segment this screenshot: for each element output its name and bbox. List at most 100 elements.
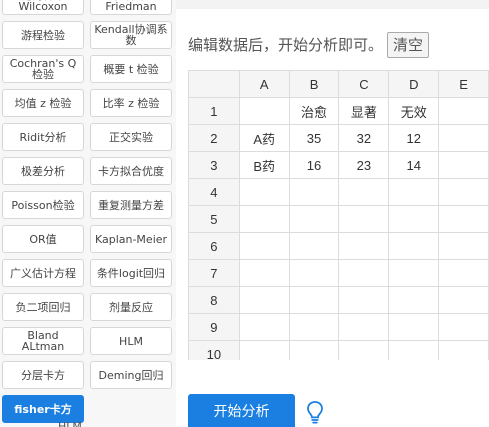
- method-button[interactable]: Bland ALtman: [2, 327, 84, 355]
- method-button[interactable]: Kendall协调系数: [90, 21, 172, 49]
- sheet-cell[interactable]: 显著: [338, 97, 390, 125]
- sheet-cell[interactable]: 12: [388, 124, 440, 152]
- sheet-cell[interactable]: [238, 205, 290, 233]
- row-number[interactable]: 7: [188, 259, 240, 287]
- method-button[interactable]: 分层卡方: [2, 361, 84, 389]
- sheet-cell[interactable]: [238, 178, 290, 206]
- method-button[interactable]: HLM: [90, 327, 172, 355]
- sheet-cell[interactable]: 治愈: [288, 97, 340, 125]
- sheet-cell[interactable]: [288, 232, 340, 260]
- row-number[interactable]: 1: [188, 97, 240, 125]
- method-button[interactable]: OR值: [2, 225, 84, 253]
- sheet-body: 1 治愈 显著 无效 2 A药 35 32 12 3 B药 16 23 14 4 5 6 7 8 9 10: [188, 97, 489, 368]
- sheet-row: 3 B药 16 23 14: [188, 151, 489, 179]
- sheet-cell[interactable]: [388, 178, 440, 206]
- editor-panel: 编辑数据后，开始分析即可。 清空 A B C D E 1 治愈 显著 无效 2 A药 35 3…: [176, 0, 489, 427]
- sheet-cell[interactable]: [388, 286, 440, 314]
- method-button[interactable]: Poisson检验: [2, 191, 84, 219]
- sheet-cell[interactable]: [238, 313, 290, 341]
- sheet-cell[interactable]: [438, 286, 489, 314]
- sheet-cell[interactable]: [338, 286, 390, 314]
- sheet-cell[interactable]: [438, 313, 489, 341]
- method-button[interactable]: 卡方拟合优度: [90, 157, 172, 185]
- row-number[interactable]: 6: [188, 232, 240, 260]
- method-button[interactable]: 多样本 Friedman: [90, 0, 172, 15]
- column-header[interactable]: C: [338, 70, 390, 98]
- sheet-cell[interactable]: [238, 232, 290, 260]
- sheet-cell[interactable]: [288, 313, 340, 341]
- row-number[interactable]: 8: [188, 286, 240, 314]
- sheet-cell[interactable]: A药: [238, 124, 290, 152]
- method-button[interactable]: 广义估计方程: [2, 259, 84, 287]
- sheet-cell[interactable]: [438, 205, 489, 233]
- sheet-cell[interactable]: 35: [288, 124, 340, 152]
- sheet-row: 9: [188, 313, 489, 341]
- method-button[interactable]: 概要 t 检验: [90, 55, 172, 83]
- sheet-row: 8: [188, 286, 489, 314]
- sheet-cell[interactable]: [388, 259, 440, 287]
- sheet-cell[interactable]: [438, 124, 489, 152]
- data-sheet: A B C D E 1 治愈 显著 无效 2 A药 35 32 12 3 B药 16 23 14 4 5 6 7 8…: [188, 70, 489, 368]
- column-header[interactable]: D: [388, 70, 440, 98]
- sheet-cell[interactable]: 23: [338, 151, 390, 179]
- column-header[interactable]: A: [238, 70, 290, 98]
- sheet-cell[interactable]: 14: [388, 151, 440, 179]
- method-button[interactable]: 重复测量方差: [90, 191, 172, 219]
- method-button[interactable]: 条件logit回归: [90, 259, 172, 287]
- sheet-cell[interactable]: [438, 97, 489, 125]
- method-button[interactable]: Cochran's Q 检验: [2, 55, 84, 83]
- sheet-cell[interactable]: [388, 205, 440, 233]
- method-panel: 配对样本 Wilcoxon 多样本 Friedman 游程检验Kendall协调系数…: [0, 0, 176, 427]
- method-button[interactable]: 比率 z 检验: [90, 89, 172, 117]
- sheet-row: 1 治愈 显著 无效: [188, 97, 489, 125]
- sheet-cell[interactable]: [438, 178, 489, 206]
- method-button[interactable]: 剂量反应: [90, 293, 172, 321]
- sheet-cell[interactable]: [238, 97, 290, 125]
- sheet-cell[interactable]: [388, 232, 440, 260]
- sheet-cell[interactable]: 32: [338, 124, 390, 152]
- row-number[interactable]: 3: [188, 151, 240, 179]
- sheet-cell[interactable]: [238, 286, 290, 314]
- method-button-hlm-partial[interactable]: HLM: [58, 421, 82, 427]
- method-button[interactable]: 极差分析: [2, 157, 84, 185]
- clear-button[interactable]: 清空: [387, 31, 430, 58]
- method-button[interactable]: fisher卡方: [2, 395, 84, 423]
- sheet-cell[interactable]: [338, 232, 390, 260]
- sheet-cell[interactable]: [438, 151, 489, 179]
- sheet-row: 2 A药 35 32 12: [188, 124, 489, 152]
- method-button[interactable]: 配对样本 Wilcoxon: [2, 0, 84, 15]
- sheet-cell[interactable]: [288, 178, 340, 206]
- method-button[interactable]: Deming回归: [90, 361, 172, 389]
- column-header[interactable]: B: [288, 70, 340, 98]
- sheet-cell[interactable]: [288, 286, 340, 314]
- lightbulb-icon[interactable]: [305, 400, 325, 424]
- sheet-header-row: A B C D E: [188, 70, 489, 98]
- sheet-cell[interactable]: [438, 232, 489, 260]
- sheet-cell[interactable]: [438, 259, 489, 287]
- method-button[interactable]: 均值 z 检验: [2, 89, 84, 117]
- method-button[interactable]: 正交实验: [90, 123, 172, 151]
- sheet-cell[interactable]: 16: [288, 151, 340, 179]
- sheet-cell[interactable]: B药: [238, 151, 290, 179]
- method-button[interactable]: Kaplan-Meier: [90, 225, 172, 253]
- method-button[interactable]: Ridit分析: [2, 123, 84, 151]
- sheet-cell[interactable]: [388, 313, 440, 341]
- sheet-cell[interactable]: [338, 178, 390, 206]
- sheet-cell[interactable]: [338, 259, 390, 287]
- sheet-cell[interactable]: [338, 205, 390, 233]
- sheet-footer: [176, 360, 489, 382]
- row-number[interactable]: 5: [188, 205, 240, 233]
- sheet-cell[interactable]: [288, 205, 340, 233]
- sheet-cell[interactable]: 无效: [388, 97, 440, 125]
- start-analysis-button[interactable]: 开始分析: [188, 394, 295, 427]
- sheet-cell[interactable]: [338, 313, 390, 341]
- row-number[interactable]: 9: [188, 313, 240, 341]
- row-number[interactable]: 4: [188, 178, 240, 206]
- column-header[interactable]: E: [438, 70, 489, 98]
- sheet-cell[interactable]: [238, 259, 290, 287]
- sheet-cell[interactable]: [288, 259, 340, 287]
- row-number[interactable]: 2: [188, 124, 240, 152]
- top-strip: [176, 0, 489, 9]
- method-button[interactable]: 游程检验: [2, 21, 84, 49]
- method-button[interactable]: 负二项回归: [2, 293, 84, 321]
